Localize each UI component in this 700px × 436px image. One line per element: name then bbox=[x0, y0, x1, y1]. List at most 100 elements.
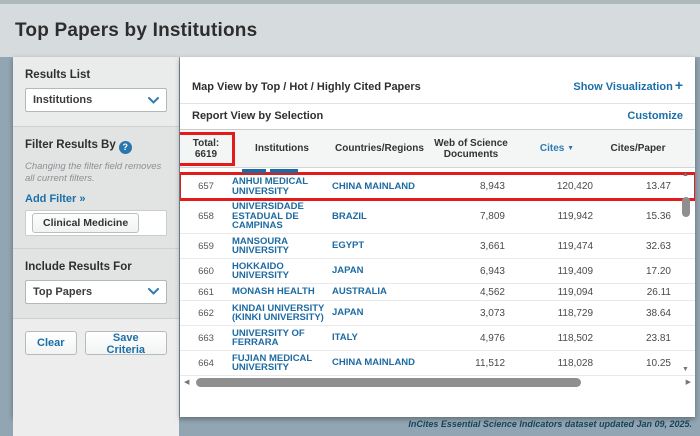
row-country-link[interactable]: CHINA MAINLAND bbox=[332, 182, 427, 192]
main-panel: Map View by Top / Hot / Highly Cited Pap… bbox=[180, 57, 695, 417]
col-header-institutions[interactable]: Institutions bbox=[232, 143, 332, 154]
filter-field[interactable]: Clinical Medicine bbox=[25, 210, 167, 236]
horizontal-scroll-track[interactable] bbox=[194, 378, 680, 387]
results-list-dropdown[interactable]: Institutions bbox=[25, 88, 167, 112]
row-rank: 662 bbox=[180, 308, 232, 319]
row-institution-link[interactable]: ANHUI MEDICAL UNIVERSITY bbox=[232, 177, 332, 196]
include-results-selected: Top Papers bbox=[33, 286, 92, 298]
row-rank: 661 bbox=[180, 287, 232, 298]
help-icon[interactable]: ? bbox=[119, 141, 132, 154]
row-country-link[interactable]: AUSTRALIA bbox=[332, 287, 427, 297]
table-row[interactable]: 658 UNIVERSIDADE ESTADUAL DE CAMPINAS BR… bbox=[180, 199, 695, 234]
customize-link[interactable]: Customize bbox=[627, 110, 683, 122]
save-criteria-button[interactable]: Save Criteria bbox=[85, 331, 167, 355]
page-header: Top Papers by Institutions bbox=[0, 4, 700, 57]
scroll-up-icon[interactable]: ▲ bbox=[682, 171, 689, 178]
results-list-selected: Institutions bbox=[33, 94, 92, 106]
table-rows: 657 ANHUI MEDICAL UNIVERSITY CHINA MAINL… bbox=[180, 174, 695, 376]
chevron-down-icon bbox=[148, 97, 159, 104]
include-results-section: Include Results For Top Papers bbox=[13, 249, 179, 319]
horizontal-scrollbar[interactable]: ◀ ▶ bbox=[180, 376, 695, 389]
row-cites-per-paper: 13.47 bbox=[599, 181, 677, 192]
results-list-label: Results List bbox=[25, 69, 167, 81]
col-header-cites-per-paper[interactable]: Cites/Paper bbox=[599, 143, 677, 154]
chevron-down-icon bbox=[148, 288, 159, 295]
show-visualization-link[interactable]: Show Visualization+ bbox=[573, 77, 683, 93]
scroll-down-icon[interactable]: ▼ bbox=[682, 366, 689, 373]
row-rank: 659 bbox=[180, 241, 232, 252]
vertical-scroll-thumb[interactable] bbox=[682, 197, 690, 217]
row-country-link[interactable]: JAPAN bbox=[332, 266, 427, 276]
table-row[interactable]: 660 HOKKAIDO UNIVERSITY JAPAN 6,943 119,… bbox=[180, 259, 695, 284]
row-cites: 119,409 bbox=[515, 266, 599, 277]
scroll-right-icon[interactable]: ▶ bbox=[686, 378, 691, 386]
row-country-link[interactable]: BRAZIL bbox=[332, 212, 427, 222]
col-header-wos-documents[interactable]: Web of Science Documents bbox=[427, 138, 515, 160]
row-cites: 118,502 bbox=[515, 333, 599, 344]
horizontal-scroll-thumb[interactable] bbox=[196, 378, 580, 387]
filter-chip-clinical-medicine[interactable]: Clinical Medicine bbox=[32, 213, 139, 233]
row-cites-per-paper: 10.25 bbox=[599, 358, 677, 369]
scroll-left-icon[interactable]: ◀ bbox=[184, 378, 189, 386]
row-cites: 119,942 bbox=[515, 211, 599, 222]
table-row[interactable]: 657 ANHUI MEDICAL UNIVERSITY CHINA MAINL… bbox=[180, 174, 695, 199]
app-window: Top Papers by Institutions Results List … bbox=[0, 0, 700, 436]
row-wos-documents: 11,512 bbox=[427, 358, 515, 369]
report-view-bar: Report View by Selection Customize bbox=[180, 104, 695, 129]
row-country-link[interactable]: CHINA MAINLAND bbox=[332, 358, 427, 368]
row-institution-link[interactable]: HOKKAIDO UNIVERSITY bbox=[232, 262, 332, 281]
table-row[interactable]: 663 UNIVERSITY OF FERRARA ITALY 4,976 11… bbox=[180, 326, 695, 351]
plus-icon: + bbox=[675, 77, 683, 93]
row-wos-documents: 3,073 bbox=[427, 308, 515, 319]
row-institution-link[interactable]: MONASH HEALTH bbox=[232, 287, 332, 297]
clipped-previous-row bbox=[180, 168, 695, 174]
row-institution-link[interactable]: FUJIAN MEDICAL UNIVERSITY bbox=[232, 354, 332, 373]
row-institution-link[interactable]: MANSOURA UNIVERSITY bbox=[232, 237, 332, 256]
total-label: Total: bbox=[193, 138, 219, 149]
results-list-section: Results List Institutions bbox=[13, 57, 179, 127]
dataset-footer: InCites Essential Science Indicators dat… bbox=[408, 419, 692, 429]
sidebar: Results List Institutions Filter Results… bbox=[13, 57, 179, 417]
clear-button[interactable]: Clear bbox=[25, 331, 77, 355]
row-cites: 118,028 bbox=[515, 358, 599, 369]
row-wos-documents: 3,661 bbox=[427, 241, 515, 252]
include-results-dropdown[interactable]: Top Papers bbox=[25, 280, 167, 304]
row-rank: 660 bbox=[180, 266, 232, 277]
row-rank: 658 bbox=[180, 211, 232, 222]
row-cites: 120,420 bbox=[515, 181, 599, 192]
row-country-link[interactable]: JAPAN bbox=[332, 308, 427, 318]
row-wos-documents: 8,943 bbox=[427, 181, 515, 192]
row-cites-per-paper: 17.20 bbox=[599, 266, 677, 277]
row-cites: 118,729 bbox=[515, 308, 599, 319]
row-institution-link[interactable]: UNIVERSITY OF FERRARA bbox=[232, 329, 332, 348]
total-value: 6619 bbox=[195, 149, 217, 160]
sort-desc-icon: ▼ bbox=[567, 145, 574, 152]
row-wos-documents: 4,562 bbox=[427, 287, 515, 298]
include-results-label: Include Results For bbox=[25, 261, 167, 273]
row-country-link[interactable]: ITALY bbox=[332, 333, 427, 343]
row-wos-documents: 4,976 bbox=[427, 333, 515, 344]
col-header-countries[interactable]: Countries/Regions bbox=[332, 143, 427, 154]
table-row[interactable]: 662 KINDAI UNIVERSITY (KINKI UNIVERSITY)… bbox=[180, 301, 695, 326]
col-header-cites-sorted[interactable]: Cites ▼ bbox=[515, 143, 599, 154]
report-view-title: Report View by Selection bbox=[192, 110, 323, 122]
add-filter-link[interactable]: Add Filter » bbox=[25, 193, 167, 205]
map-view-bar: Map View by Top / Hot / Highly Cited Pap… bbox=[180, 57, 695, 104]
row-cites-per-paper: 15.36 bbox=[599, 211, 677, 222]
row-cites: 119,474 bbox=[515, 241, 599, 252]
row-cites-per-paper: 32.63 bbox=[599, 241, 677, 252]
page-title: Top Papers by Institutions bbox=[0, 4, 700, 42]
row-wos-documents: 6,943 bbox=[427, 266, 515, 277]
table-row[interactable]: 664 FUJIAN MEDICAL UNIVERSITY CHINA MAIN… bbox=[180, 351, 695, 376]
row-wos-documents: 7,809 bbox=[427, 211, 515, 222]
table-row[interactable]: 659 MANSOURA UNIVERSITY EGYPT 3,661 119,… bbox=[180, 234, 695, 259]
clipped-text-fragment bbox=[270, 169, 298, 173]
row-institution-link[interactable]: UNIVERSIDADE ESTADUAL DE CAMPINAS bbox=[232, 202, 332, 231]
row-institution-link[interactable]: KINDAI UNIVERSITY (KINKI UNIVERSITY) bbox=[232, 304, 332, 323]
vertical-scrollbar[interactable]: ▲ ▼ bbox=[680, 171, 693, 373]
table-row[interactable]: 661 MONASH HEALTH AUSTRALIA 4,562 119,09… bbox=[180, 284, 695, 301]
row-country-link[interactable]: EGYPT bbox=[332, 241, 427, 251]
row-cites-per-paper: 38.64 bbox=[599, 308, 677, 319]
row-cites-per-paper: 23.81 bbox=[599, 333, 677, 344]
clipped-text-fragment bbox=[242, 169, 266, 173]
